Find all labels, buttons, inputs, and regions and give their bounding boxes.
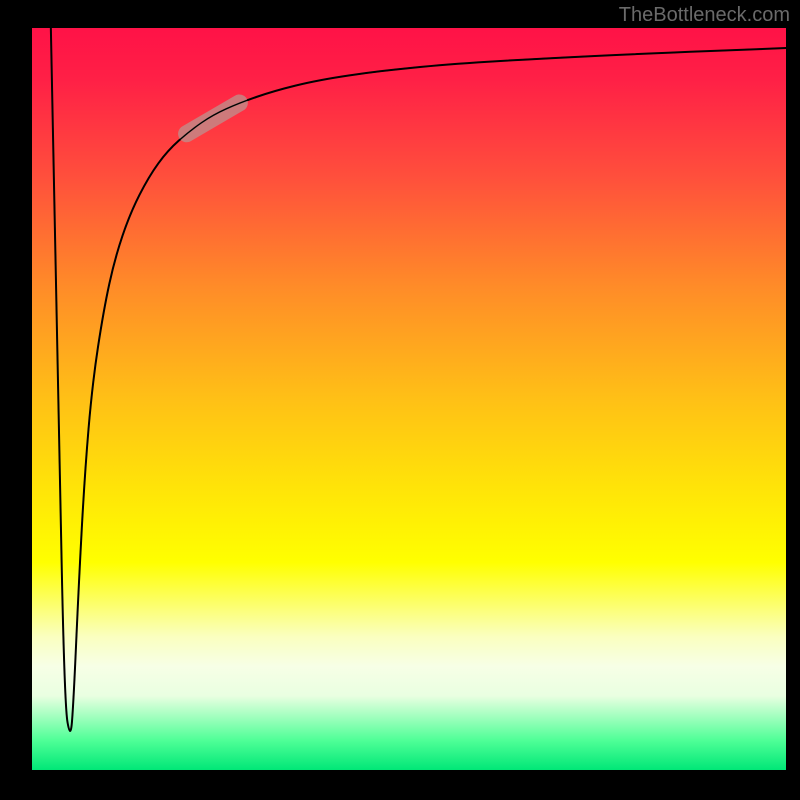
watermark-text: TheBottleneck.com	[619, 4, 790, 27]
gradient-background	[32, 28, 786, 770]
chart-svg	[0, 0, 800, 800]
chart-container: TheBottleneck.com	[0, 0, 800, 800]
plot-area	[0, 0, 800, 800]
